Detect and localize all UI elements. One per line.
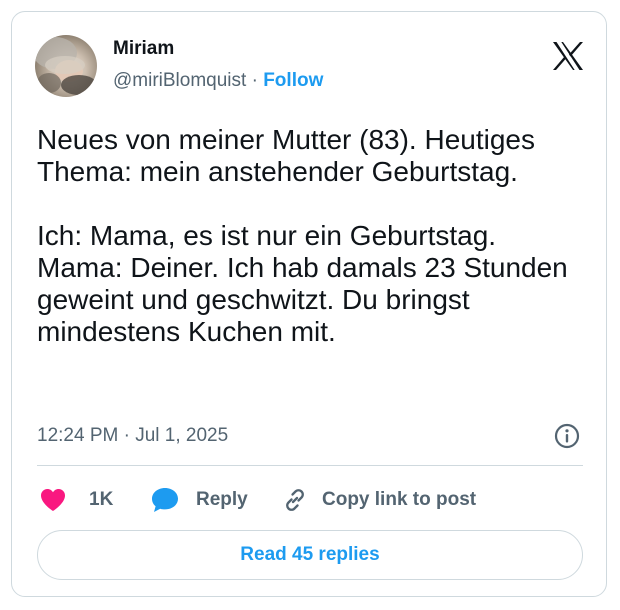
author-handle-row: @miriBlomquist · Follow [113,70,323,92]
heart-icon [41,489,65,511]
tweet-card: Miriam @miriBlomquist · Follow Neues von… [11,11,607,597]
info-icon[interactable] [553,422,581,450]
like-count: 1K [89,489,114,510]
tweet-paragraph: Ich: Mama, es ist nur ein Geburtstag. Ma… [37,220,568,347]
author-handle[interactable]: @miriBlomquist [113,70,246,91]
x-logo-icon[interactable] [551,40,585,72]
avatar-photo [35,37,97,95]
copy-link-label: Copy link to post [322,489,477,510]
speech-bubble-icon [152,488,178,512]
handle-separator: · [251,70,258,91]
read-replies-button[interactable]: Read 45 replies [37,530,583,580]
tweet-text: Neues von meiner Mutter (83). Heutiges T… [37,124,577,348]
follow-button[interactable]: Follow [263,70,323,91]
avatar[interactable] [35,35,97,97]
read-replies-label: Read 45 replies [240,544,380,565]
link-icon [286,489,304,511]
tweet-timestamp[interactable]: 12:24 PM · Jul 1, 2025 [37,425,228,447]
divider [37,465,583,466]
reply-button[interactable]: Reply [150,484,248,516]
tweet-paragraph: Neues von meiner Mutter (83). Heutiges T… [37,124,535,187]
like-button[interactable]: 1K [39,484,113,516]
author-name[interactable]: Miriam [113,38,174,60]
copy-link-button[interactable]: Copy link to post [282,484,476,516]
reply-label: Reply [196,489,248,510]
